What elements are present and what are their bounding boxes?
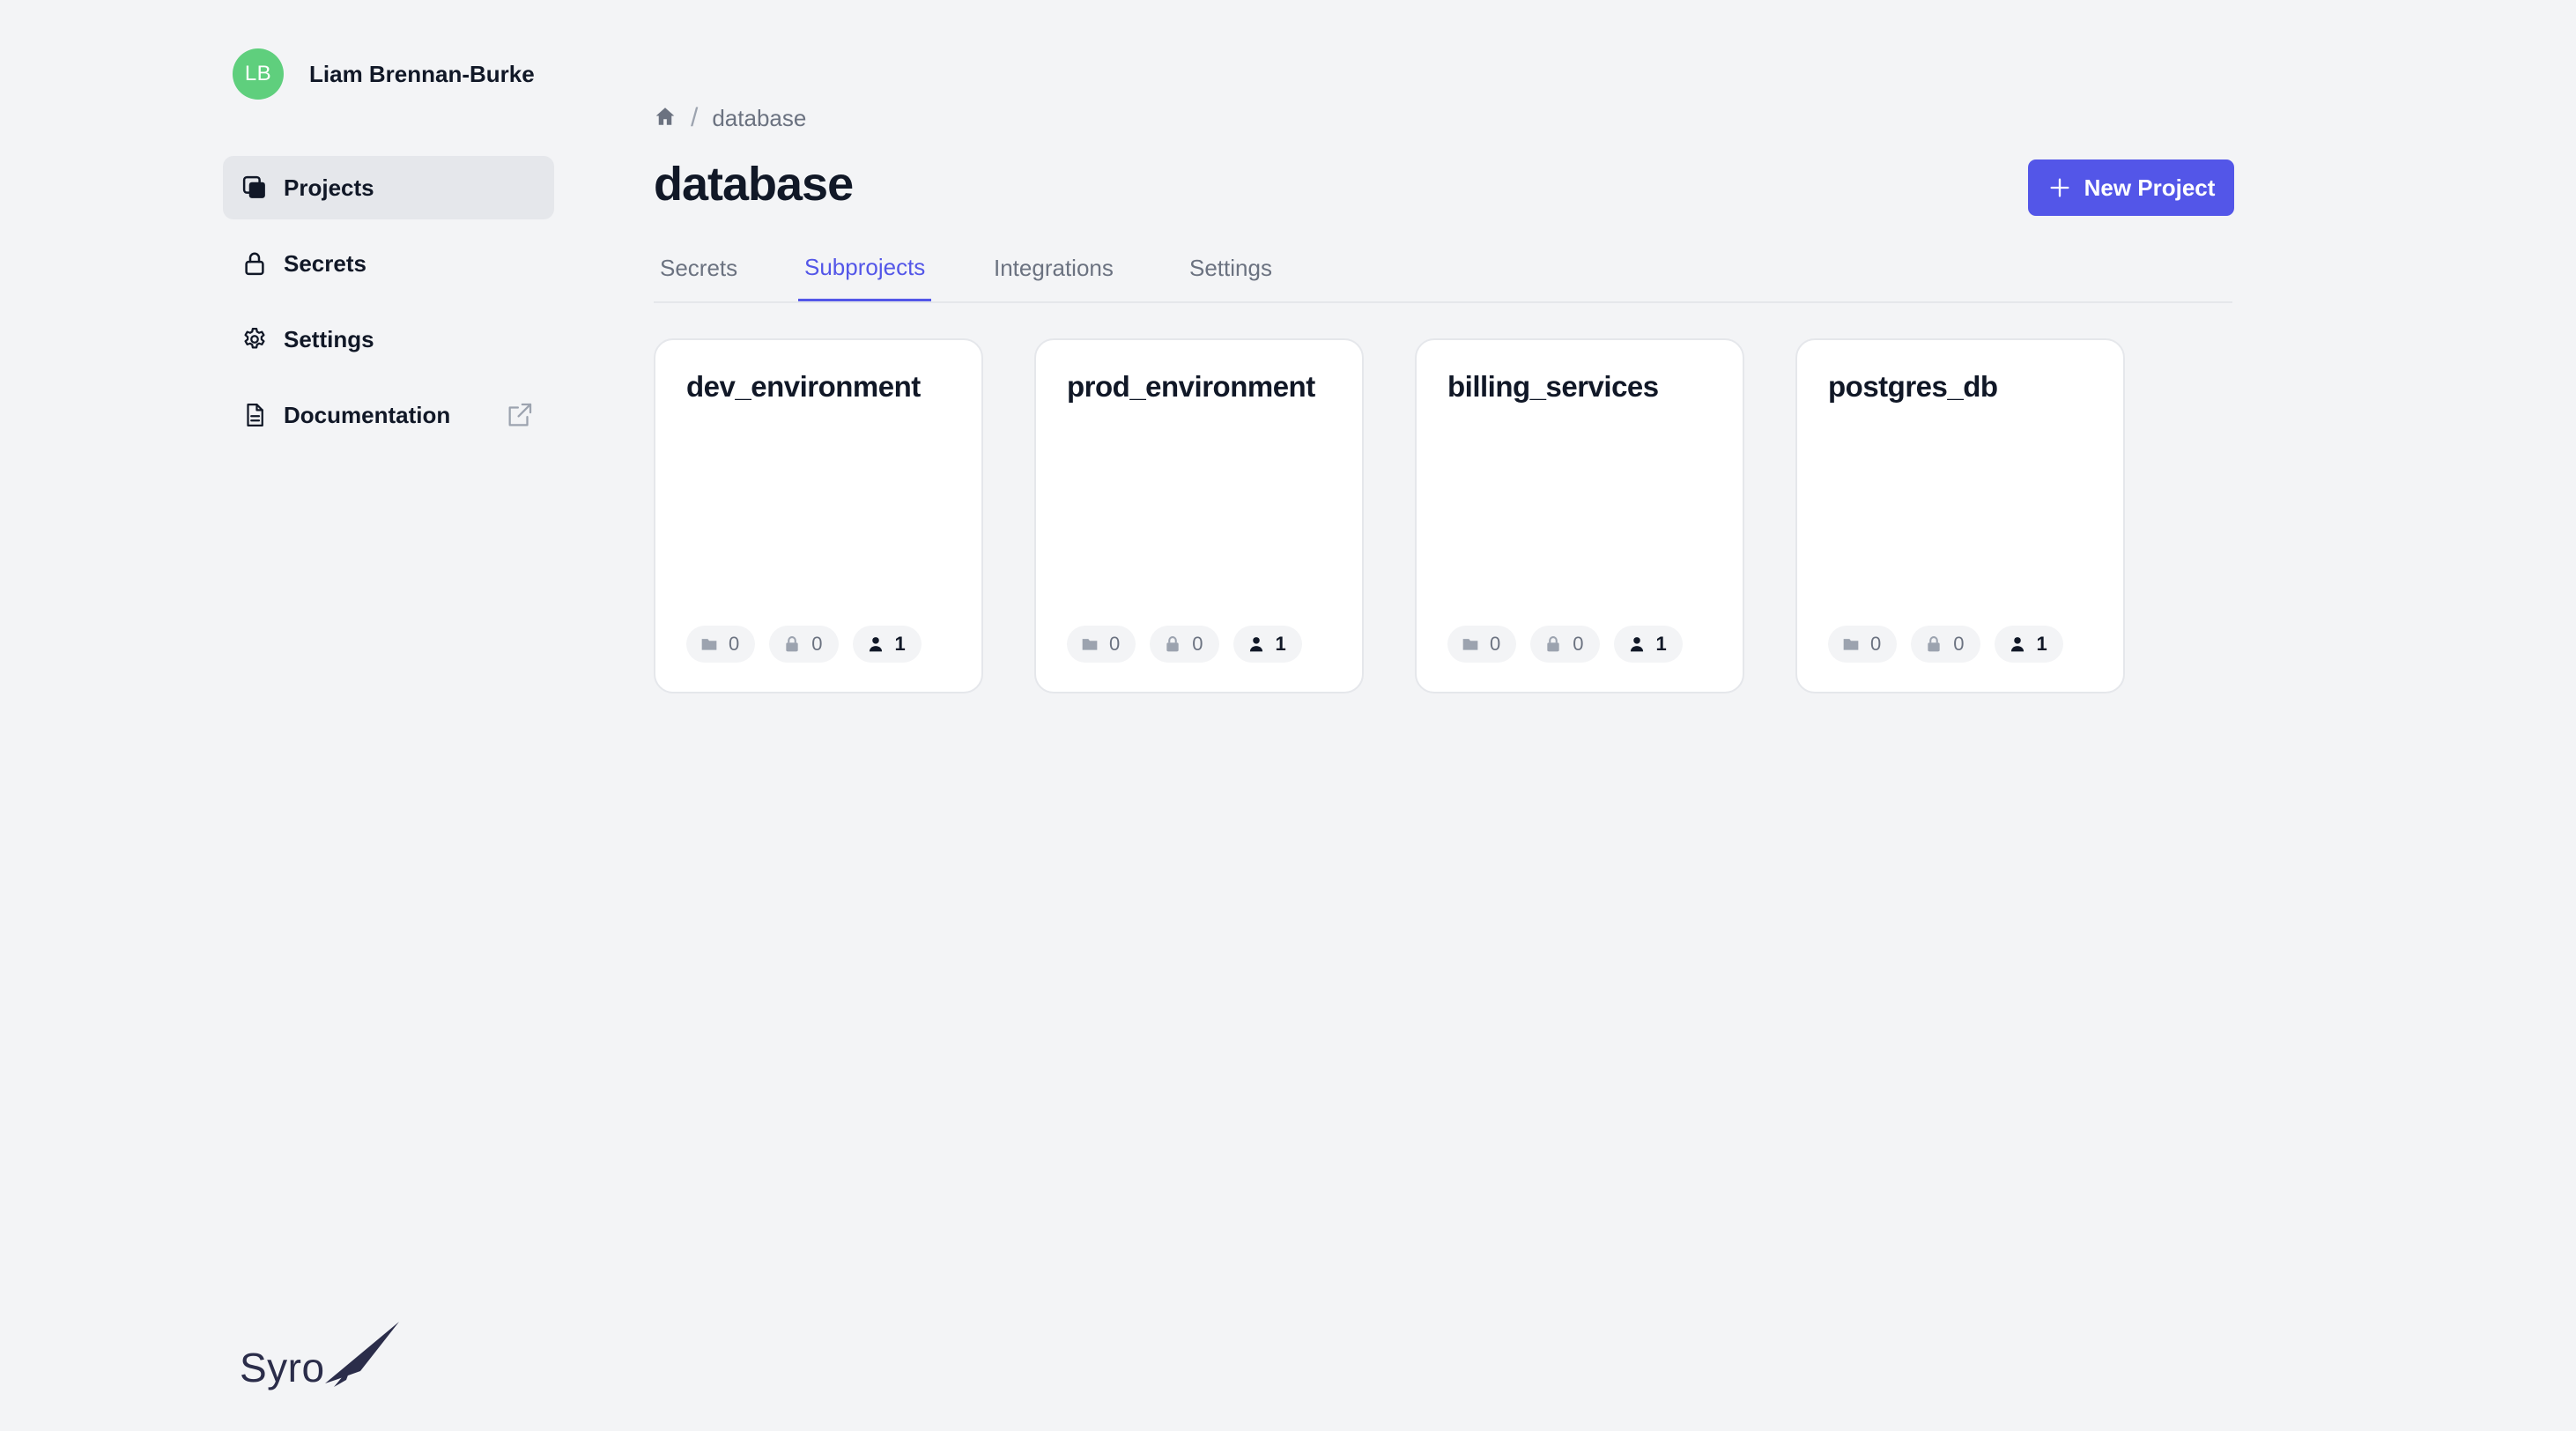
folders-count: 0 <box>1870 633 1882 655</box>
logo-text: Syro <box>240 1345 325 1390</box>
secrets-count-badge: 0 <box>1530 626 1600 663</box>
subproject-stats: 0 0 1 <box>1067 626 1316 663</box>
folders-count: 0 <box>1109 633 1121 655</box>
members-count: 1 <box>894 633 906 655</box>
lock-icon <box>1925 635 1943 653</box>
home-icon[interactable] <box>654 105 677 132</box>
members-count-badge: 1 <box>1613 626 1683 663</box>
new-project-button[interactable]: New Project <box>2028 159 2234 216</box>
tab-settings[interactable]: Settings <box>1183 236 1278 300</box>
lock-icon <box>240 248 270 278</box>
sidebar-item-label: Settings <box>284 325 374 352</box>
members-count-badge: 1 <box>1232 626 1302 663</box>
plus-icon <box>2047 175 2072 200</box>
folders-count: 0 <box>729 633 740 655</box>
tab-secrets[interactable]: Secrets <box>654 236 744 300</box>
subproject-name: postgres_db <box>1828 370 1998 403</box>
user-profile[interactable]: LB Liam Brennan-Burke <box>233 48 535 100</box>
avatar[interactable]: LB <box>233 48 284 100</box>
page-title: database <box>654 158 854 211</box>
syro-logo: Syro <box>240 1322 401 1391</box>
logo-mark-icon <box>324 1322 401 1391</box>
subproject-name: billing_services <box>1447 370 1659 403</box>
user-icon <box>2009 635 2026 653</box>
user-name: Liam Brennan-Burke <box>309 60 535 87</box>
new-project-label: New Project <box>2084 174 2216 201</box>
members-count-badge: 1 <box>852 626 922 663</box>
secrets-count: 0 <box>1192 633 1203 655</box>
folder-icon <box>1081 635 1099 653</box>
lock-icon <box>783 635 801 653</box>
document-icon <box>240 400 270 430</box>
projects-icon <box>240 173 270 203</box>
sidebar-item-secrets[interactable]: Secrets <box>223 232 554 295</box>
user-icon <box>1628 635 1646 653</box>
subproject-card[interactable]: prod_environment 0 0 1 <box>1034 338 1364 693</box>
secrets-count: 0 <box>1953 633 1965 655</box>
user-icon <box>1247 635 1265 653</box>
folders-count-badge: 0 <box>1067 626 1136 663</box>
sidebar-item-projects[interactable]: Projects <box>223 156 554 219</box>
folders-count-badge: 0 <box>1828 626 1898 663</box>
sidebar-item-documentation[interactable]: Documentation <box>223 383 554 447</box>
sidebar-item-label: Secrets <box>284 249 366 277</box>
folders-count-badge: 0 <box>686 626 756 663</box>
tab-bar: Secrets Subprojects Integrations Setting… <box>654 236 2232 303</box>
sidebar-nav: Projects Secrets Settings Documentation <box>223 156 554 459</box>
subproject-card[interactable]: postgres_db 0 0 1 <box>1795 338 2125 693</box>
lock-icon <box>1164 635 1181 653</box>
breadcrumb-current[interactable]: database <box>712 105 806 132</box>
secrets-count: 0 <box>1573 633 1584 655</box>
folder-icon <box>1842 635 1860 653</box>
folders-count: 0 <box>1490 633 1501 655</box>
subproject-stats: 0 0 1 <box>1447 626 1697 663</box>
user-icon <box>867 635 885 653</box>
members-count: 1 <box>1655 633 1667 655</box>
external-link-icon[interactable] <box>505 400 535 430</box>
secrets-count-badge: 0 <box>1150 626 1219 663</box>
folders-count-badge: 0 <box>1447 626 1517 663</box>
subproject-card[interactable]: billing_services 0 0 1 <box>1415 338 1744 693</box>
breadcrumb-separator: / <box>691 103 699 132</box>
folder-icon <box>700 635 718 653</box>
subproject-name: dev_environment <box>686 370 921 403</box>
secrets-count-badge: 0 <box>1911 626 1980 663</box>
members-count: 1 <box>1275 633 1286 655</box>
sidebar-item-label: Projects <box>284 174 374 201</box>
members-count-badge: 1 <box>1994 626 2063 663</box>
gear-icon <box>240 324 270 354</box>
subproject-name: prod_environment <box>1067 370 1315 403</box>
lock-icon <box>1544 635 1562 653</box>
secrets-count-badge: 0 <box>769 626 839 663</box>
subproject-stats: 0 0 1 <box>1828 626 2077 663</box>
sidebar: LB Liam Brennan-Burke Projects Secrets S… <box>0 0 617 1431</box>
avatar-initials: LB <box>244 62 272 85</box>
members-count: 1 <box>2036 633 2047 655</box>
tab-integrations[interactable]: Integrations <box>988 236 1120 300</box>
secrets-count: 0 <box>811 633 823 655</box>
folder-icon <box>1462 635 1479 653</box>
sidebar-item-label: Documentation <box>284 401 451 428</box>
subproject-card[interactable]: dev_environment 0 0 1 <box>654 338 983 693</box>
sidebar-item-settings[interactable]: Settings <box>223 308 554 371</box>
tab-subprojects[interactable]: Subprojects <box>798 236 932 301</box>
subproject-stats: 0 0 1 <box>686 626 936 663</box>
breadcrumb: / database <box>654 102 806 134</box>
